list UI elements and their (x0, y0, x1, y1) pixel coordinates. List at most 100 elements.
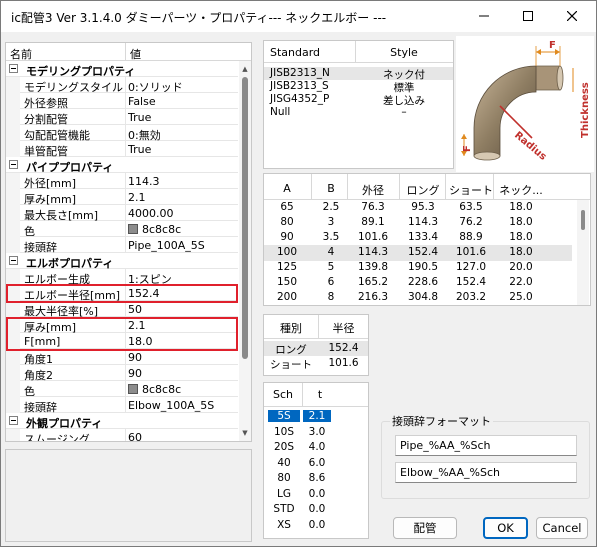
dimension-cell: 22.0 (509, 276, 533, 288)
scrollbar-thumb[interactable] (581, 210, 585, 230)
property-row[interactable]: 色 8c8c8c (6, 381, 238, 398)
dimension-table[interactable]: A B 外径 ロング ショート ネック... 65 2.5 76.3 95.3 63.5 18.0 8… (263, 173, 591, 306)
property-row[interactable]: 接頭辞 Pipe_100A_5S (6, 237, 238, 254)
schedule-row[interactable]: XS 0.0 (264, 518, 368, 533)
collapse-icon[interactable] (9, 160, 18, 169)
dimension-row[interactable]: 150 6 165.2 228.6 152.4 22.0 (264, 275, 572, 291)
elbow-diagram-svg: Radius F F Thickness (461, 40, 591, 163)
property-value[interactable]: False (128, 95, 156, 108)
property-category[interactable]: エルボプロパティ (6, 253, 238, 270)
schedule-row[interactable]: 80 8.6 (264, 471, 368, 486)
radius-type-row[interactable]: ロング 152.4 (264, 341, 368, 356)
property-row[interactable]: 角度1 90 (6, 349, 238, 366)
property-category[interactable]: パイププロパティ (6, 157, 238, 174)
schedule-name: 40 (277, 456, 291, 469)
property-row[interactable]: 色 8c8c8c (6, 221, 238, 238)
property-row[interactable]: スムージング 60 (6, 429, 238, 441)
property-value[interactable]: 50 (128, 303, 142, 316)
row-gutter (6, 237, 20, 253)
f-top-label: F (549, 40, 556, 51)
standard-row[interactable]: JISB2313_N ネック付 (264, 67, 453, 81)
column-divider[interactable] (125, 43, 126, 61)
collapse-icon[interactable] (9, 416, 18, 425)
schedule-name: 80 (277, 472, 291, 484)
scroll-down-icon[interactable]: ▼ (241, 429, 249, 437)
property-row[interactable]: 最大半径率[%] 50 (6, 301, 238, 318)
arrow-icon (536, 49, 541, 55)
dimension-scrollbar[interactable] (577, 200, 589, 305)
dimension-row[interactable]: 80 3 89.1 114.3 76.2 18.0 (264, 215, 572, 231)
property-row[interactable]: 最大長さ[mm] 4000.00 (6, 205, 238, 222)
property-row[interactable]: 厚み[mm] 2.1 (6, 189, 238, 206)
property-row[interactable]: 接頭辞 Elbow_100A_5S (6, 397, 238, 414)
property-value[interactable]: True (128, 143, 151, 156)
cancel-button[interactable]: Cancel (536, 517, 588, 539)
standards-table[interactable]: Standard Style JISB2313_N ネック付 JISB2313_S 標… (263, 40, 454, 169)
schedule-row[interactable]: STD 0.0 (264, 502, 368, 517)
property-row[interactable]: 勾配配管機能 0:無効 (6, 125, 238, 142)
property-value[interactable]: 60 (128, 431, 142, 441)
dimension-row[interactable]: 125 5 139.8 190.5 127.0 20.0 (264, 260, 572, 276)
standard-row[interactable]: JISG4352_P 差し込み (264, 93, 453, 107)
property-category[interactable]: モデリングプロパティ (6, 61, 238, 78)
schedule-row[interactable]: 40 6.0 (264, 456, 368, 471)
schedule-row[interactable]: 20S 4.0 (264, 440, 368, 455)
property-value[interactable]: 8c8c8c (128, 223, 181, 236)
property-row[interactable]: 外径参照 False (6, 93, 238, 110)
maximize-button[interactable] (506, 1, 550, 31)
standard-row[interactable]: JISB2313_S 標準 (264, 80, 453, 94)
column-divider (125, 365, 126, 381)
radius-type-row[interactable]: ショート 101.6 (264, 356, 368, 371)
dimension-row[interactable]: 100 4 114.3 152.4 101.6 18.0 (264, 245, 572, 261)
property-value[interactable]: Pipe_100A_5S (128, 239, 205, 252)
dimension-cell: 95.3 (411, 201, 435, 213)
dimension-cell: 152.4 (455, 276, 487, 288)
dimension-cell: 304.8 (407, 291, 439, 303)
property-row[interactable]: 単管配管 True (6, 141, 238, 158)
property-value[interactable]: 8c8c8c (128, 383, 181, 396)
dimension-cell: 3.5 (322, 231, 340, 243)
property-row[interactable]: 外径[mm] 114.3 (6, 173, 238, 190)
property-value[interactable]: 4000.00 (128, 207, 174, 220)
minimize-button[interactable] (462, 1, 506, 31)
dimension-cell: 100 (276, 246, 298, 258)
layout-button[interactable]: 配管 (393, 517, 457, 539)
property-value[interactable]: 114.3 (128, 175, 160, 188)
property-value[interactable]: 90 (128, 367, 142, 380)
radius-type-header: 種別 半径 (264, 315, 368, 339)
schedule-row[interactable]: 5S 2.1 (264, 409, 368, 424)
property-grid-scrollbar[interactable]: ▲ ▼ (239, 61, 251, 441)
schedule-row[interactable]: 10S 3.0 (264, 425, 368, 440)
highlight-thickness-f (6, 317, 238, 351)
property-grid[interactable]: 名前 値 モデリングプロパティ モデリングスタイル 0:ソリッド 外径参照 False 分… (5, 42, 252, 442)
collapse-icon[interactable] (9, 256, 18, 265)
property-category[interactable]: 外観プロパティ (6, 413, 238, 430)
collapse-icon[interactable] (9, 64, 18, 73)
scroll-up-icon[interactable]: ▲ (241, 65, 249, 73)
kind-col-header: 種別 (280, 322, 302, 335)
radius-type-table[interactable]: 種別 半径 ロング 152.4 ショート 101.6 (263, 314, 369, 376)
schedule-name: XS (277, 518, 291, 531)
property-row[interactable]: 角度2 90 (6, 365, 238, 382)
dimension-row[interactable]: 65 2.5 76.3 95.3 63.5 18.0 (264, 200, 572, 216)
property-row[interactable]: モデリングスタイル 0:ソリッド (6, 77, 238, 94)
sch-col-header: Sch (272, 388, 293, 401)
elbow-prefix-field[interactable]: Elbow_%AA_%Sch (395, 462, 577, 483)
ok-button[interactable]: OK (483, 517, 528, 539)
close-button[interactable] (550, 1, 594, 31)
scrollbar-thumb[interactable] (242, 77, 248, 359)
dimension-cell: 114.3 (407, 216, 439, 228)
property-value[interactable]: 2.1 (128, 191, 146, 204)
schedule-row[interactable]: LG 0.0 (264, 487, 368, 502)
row-gutter (6, 349, 20, 365)
pipe-prefix-field[interactable]: Pipe_%AA_%Sch (395, 435, 577, 456)
property-row[interactable]: エルボー生成 1:スピン (6, 269, 238, 286)
property-row[interactable]: 分割配管 True (6, 109, 238, 126)
standard-row[interactable]: Null – (264, 106, 453, 119)
dimension-row[interactable]: 200 8 216.3 304.8 203.2 25.0 (264, 290, 572, 305)
property-value[interactable]: True (128, 111, 151, 124)
property-value[interactable]: Elbow_100A_5S (128, 399, 214, 412)
dimension-row[interactable]: 90 3.5 101.6 133.4 88.9 18.0 (264, 230, 572, 246)
schedule-table[interactable]: Sch t 5S 2.1 10S 3.0 20S 4.0 40 6.0 80 8.6 LG 0.0 ST… (263, 382, 369, 539)
property-value[interactable]: 90 (128, 351, 142, 364)
